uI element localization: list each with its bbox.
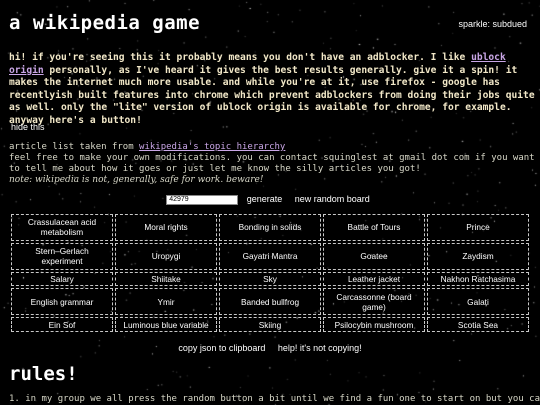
board-cell[interactable]: Ymir (115, 288, 217, 316)
sfw-note: note: wikipedia is not, generally, safe … (9, 175, 264, 185)
board-cell[interactable]: Shiitake (115, 271, 217, 287)
board-cell[interactable]: Goatee (323, 242, 425, 270)
board-cell[interactable]: Leather jacket (323, 271, 425, 287)
topic-hierarchy-link[interactable]: wikipedia's topic hierarchy (139, 142, 285, 152)
board-cell[interactable]: Battle of Tours (323, 214, 425, 241)
board-cell[interactable]: Psilocybin mushroom (323, 317, 425, 332)
help-copy-button[interactable]: help! it's not copying! (278, 343, 362, 353)
generate-button[interactable]: generate (247, 194, 283, 204)
board-cell[interactable]: Crassulacean acid metabolism (11, 214, 113, 241)
board-cell[interactable]: Galați (427, 288, 529, 316)
hide-notice-button[interactable]: hide this (11, 122, 45, 132)
board-cell[interactable]: Luminous blue variable (115, 317, 217, 332)
rule-item: 1. in my group we all press the random b… (9, 394, 540, 404)
board-cell[interactable]: Gayatri Mantra (219, 242, 321, 270)
board-cell[interactable]: Sky (219, 271, 321, 287)
adblock-text-end: personally, as I've heard it gives the b… (9, 64, 535, 126)
board-row: Ein Sof Luminous blue variable Skiing Psilo… (11, 317, 529, 332)
seed-input[interactable] (166, 194, 239, 205)
rules-heading: rules! (9, 363, 78, 385)
clipboard-actions: copy json to clipboard help! it's not co… (0, 343, 540, 353)
adblock-text-start: hi! if you're seeing this it probably me… (9, 52, 472, 63)
source-line: article list taken from wikipedia's topi… (9, 142, 537, 153)
page-title: a wikipedia game (9, 12, 201, 34)
board-cell[interactable]: Moral rights (115, 214, 217, 241)
board-cell[interactable]: Prince (427, 214, 529, 241)
sparkle-toggle[interactable]: sparkle: subdued (458, 19, 527, 29)
board-cell[interactable]: Salary (11, 271, 113, 287)
board-row: English grammar Ymir Banded bullfrog Carcas… (11, 288, 529, 316)
board-row: Salary Shiitake Sky Leather jacket Nakhon Ra… (11, 271, 529, 287)
source-prefix: article list taken from (9, 142, 140, 152)
board-cell[interactable]: Bonding in solids (219, 214, 321, 241)
adblock-notice: hi! if you're seeing this it probably me… (9, 52, 535, 128)
board-controls: generate new random board (0, 194, 540, 205)
board-cell[interactable]: Stern–Gerlach experiment (11, 242, 113, 270)
copy-json-button[interactable]: copy json to clipboard (178, 343, 265, 353)
board-cell[interactable]: Banded bullfrog (219, 288, 321, 316)
board-cell[interactable]: Skiing (219, 317, 321, 332)
board-row: Crassulacean acid metabolism Moral rights… (11, 214, 529, 241)
board-row: Stern–Gerlach experiment Uropygi Gayatri M… (11, 242, 529, 270)
board-cell[interactable]: Carcassonne (board game) (323, 288, 425, 316)
contact-text: feel free to make your own modifications… (9, 153, 535, 174)
new-random-board-button[interactable]: new random board (295, 194, 370, 204)
board-cell[interactable]: Scotia Sea (427, 317, 529, 332)
board-cell[interactable]: Nakhon Ratchasima (427, 271, 529, 287)
board-cell[interactable]: Zaydism (427, 242, 529, 270)
board-cell[interactable]: Uropygi (115, 242, 217, 270)
board-cell[interactable]: English grammar (11, 288, 113, 316)
info-section: article list taken from wikipedia's topi… (9, 142, 537, 186)
board-cell[interactable]: Ein Sof (11, 317, 113, 332)
bingo-board: Crassulacean acid metabolism Moral rights… (9, 212, 531, 334)
